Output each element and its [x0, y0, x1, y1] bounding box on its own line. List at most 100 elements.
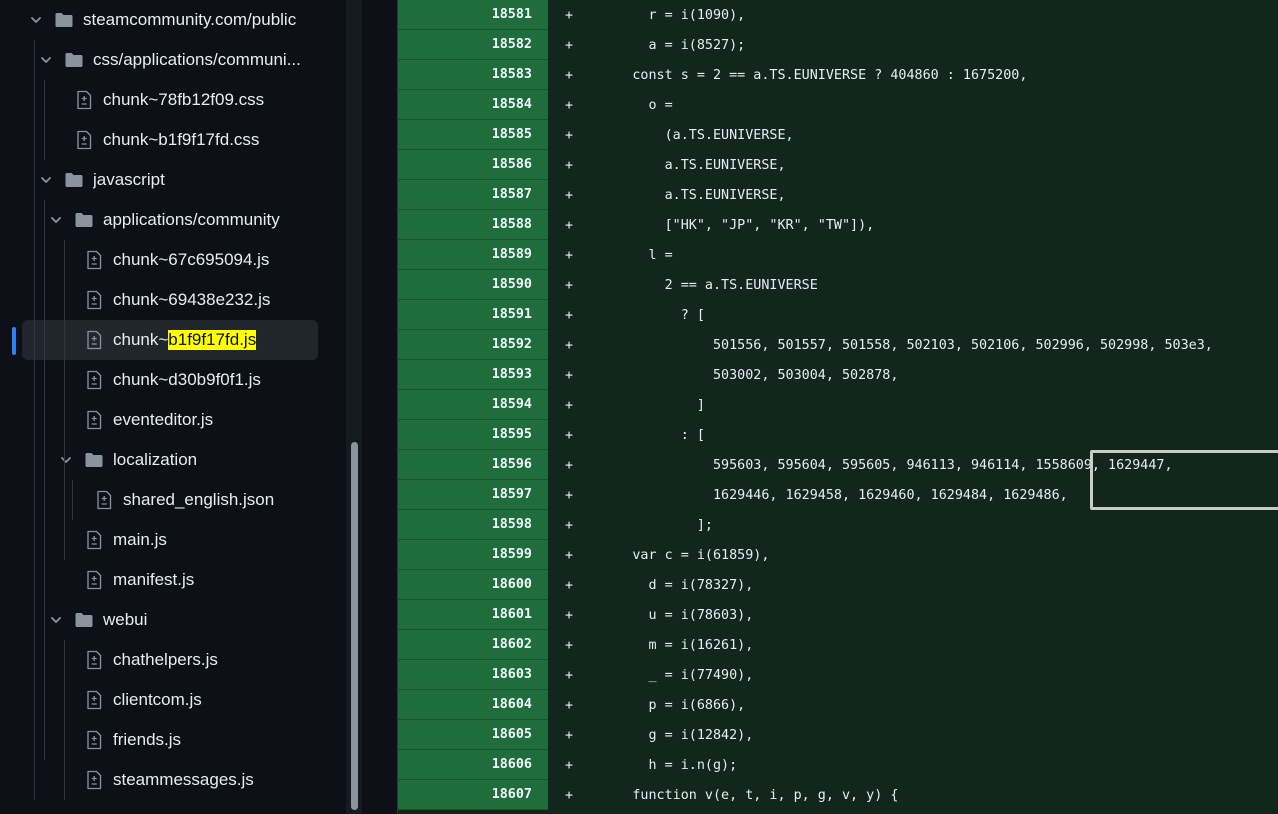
chevron-down-icon[interactable]	[38, 172, 54, 188]
code-text: 595603, 595604, 595605, 946113, 946114, …	[584, 457, 1173, 473]
line-number[interactable]: 18597	[398, 480, 548, 510]
diff-view: 18581 + r = i(1090), 18582 + a = i(8527); 18…	[398, 0, 1278, 814]
line-number[interactable]: 18604	[398, 690, 548, 720]
line-number[interactable]: 18594	[398, 390, 548, 420]
diff-line[interactable]: 18602 + m = i(16261),	[398, 630, 1278, 660]
diff-line[interactable]: 18607 + function v(e, t, i, p, g, v, y) {	[398, 780, 1278, 810]
line-number[interactable]: 18595	[398, 420, 548, 450]
diff-add-sign: +	[564, 607, 574, 623]
diff-line[interactable]: 18587 + a.TS.EUNIVERSE,	[398, 180, 1278, 210]
line-number[interactable]: 18605	[398, 720, 548, 750]
line-number[interactable]: 18584	[398, 90, 548, 120]
diff-line[interactable]: 18581 + r = i(1090),	[398, 0, 1278, 30]
tree-file[interactable]: chunk~b1f9f17fd.css	[74, 120, 259, 160]
chevron-down-icon[interactable]	[28, 12, 44, 28]
diff-add-sign: +	[564, 157, 574, 173]
diff-line[interactable]: 18599 + var c = i(61859),	[398, 540, 1278, 570]
tree-folder[interactable]: webui	[48, 600, 147, 640]
diff-line[interactable]: 18583 + const s = 2 == a.TS.EUNIVERSE ? 4…	[398, 60, 1278, 90]
diff-line[interactable]: 18600 + d = i(78327),	[398, 570, 1278, 600]
diff-line[interactable]: 18593 + 503002, 503004, 502878,	[398, 360, 1278, 390]
tree-file[interactable]: chunk~d30b9f0f1.js	[84, 360, 261, 400]
chevron-down-icon[interactable]	[48, 212, 64, 228]
diff-line[interactable]: 18586 + a.TS.EUNIVERSE,	[398, 150, 1278, 180]
tree-folder[interactable]: css/applications/communi...	[38, 40, 301, 80]
line-number[interactable]: 18588	[398, 210, 548, 240]
diff-add-sign: +	[564, 547, 574, 563]
line-number[interactable]: 18583	[398, 60, 548, 90]
diff-line[interactable]: 18585 + (a.TS.EUNIVERSE,	[398, 120, 1278, 150]
tree-file[interactable]: chunk~ b1f9f17fd.js	[22, 320, 318, 360]
tree-item-label: manifest.js	[113, 570, 195, 589]
tree-file[interactable]: shared_english.json	[94, 480, 274, 520]
diff-add-sign: +	[564, 667, 574, 683]
file-diff-icon	[84, 690, 104, 710]
tree-item-label: chunk~b1f9f17fd.css	[103, 130, 260, 149]
diff-add-sign: +	[564, 67, 574, 83]
diff-line[interactable]: 18595 + : [	[398, 420, 1278, 450]
line-number[interactable]: 18587	[398, 180, 548, 210]
diff-line[interactable]: 18603 + _ = i(77490),	[398, 660, 1278, 690]
file-diff-icon	[84, 770, 104, 790]
line-number[interactable]: 18607	[398, 780, 548, 810]
tree-item-label: friends.js	[113, 730, 182, 749]
tree-item-label: chunk~d30b9f0f1.js	[113, 370, 261, 389]
chevron-down-icon[interactable]	[58, 452, 74, 468]
diff-line[interactable]: 18589 + l =	[398, 240, 1278, 270]
line-number[interactable]: 18586	[398, 150, 548, 180]
diff-line[interactable]: 18606 + h = i.n(g);	[398, 750, 1278, 780]
chevron-down-icon[interactable]	[38, 52, 54, 68]
line-number[interactable]: 18606	[398, 750, 548, 780]
line-number[interactable]: 18585	[398, 120, 548, 150]
code-text: l =	[584, 247, 673, 263]
line-number[interactable]: 18602	[398, 630, 548, 660]
sidebar-scrollbar-thumb[interactable]	[351, 442, 358, 810]
line-number[interactable]: 18596	[398, 450, 548, 480]
diff-line[interactable]: 18601 + u = i(78603),	[398, 600, 1278, 630]
chevron-down-icon[interactable]	[48, 612, 64, 628]
diff-line[interactable]: 18594 + ]	[398, 390, 1278, 420]
line-number[interactable]: 18581	[398, 0, 548, 30]
diff-add-sign: +	[564, 487, 574, 503]
folder-icon	[74, 210, 94, 230]
line-number[interactable]: 18591	[398, 300, 548, 330]
tree-file[interactable]: chunk~78fb12f09.css	[74, 80, 264, 120]
line-number[interactable]: 18589	[398, 240, 548, 270]
line-number[interactable]: 18592	[398, 330, 548, 360]
sidebar-divider[interactable]	[362, 0, 398, 814]
diff-line[interactable]: 18605 + g = i(12842),	[398, 720, 1278, 750]
diff-line[interactable]: 18590 + 2 == a.TS.EUNIVERSE	[398, 270, 1278, 300]
tree-file[interactable]: main.js	[84, 520, 167, 560]
tree-file[interactable]: manifest.js	[84, 560, 194, 600]
tree-file[interactable]: clientcom.js	[84, 680, 202, 720]
diff-line[interactable]: 18592 + 501556, 501557, 501558, 502103, 5…	[398, 330, 1278, 360]
diff-line[interactable]: 18598 + ];	[398, 510, 1278, 540]
line-number[interactable]: 18598	[398, 510, 548, 540]
line-number[interactable]: 18600	[398, 570, 548, 600]
tree-file[interactable]: friends.js	[84, 720, 181, 760]
tree-file[interactable]: chunk~67c695094.js	[84, 240, 269, 280]
diff-line[interactable]: 18584 + o =	[398, 90, 1278, 120]
tree-file[interactable]: steammessages.js	[84, 760, 254, 800]
file-diff-icon	[84, 250, 104, 270]
line-number[interactable]: 18593	[398, 360, 548, 390]
tree-file[interactable]: chunk~69438e232.js	[84, 280, 270, 320]
tree-file[interactable]: chathelpers.js	[84, 640, 218, 680]
diff-line[interactable]: 18604 + p = i(6866),	[398, 690, 1278, 720]
diff-line[interactable]: 18591 + ? [	[398, 300, 1278, 330]
line-number[interactable]: 18599	[398, 540, 548, 570]
diff-line[interactable]: 18582 + a = i(8527);	[398, 30, 1278, 60]
tree-file[interactable]: eventeditor.js	[84, 400, 213, 440]
file-diff-icon	[74, 90, 94, 110]
file-diff-icon	[84, 330, 104, 350]
tree-folder[interactable]: localization	[58, 440, 197, 480]
line-number[interactable]: 18603	[398, 660, 548, 690]
line-number[interactable]: 18601	[398, 600, 548, 630]
tree-folder[interactable]: steamcommunity.com/public	[28, 0, 296, 40]
diff-line[interactable]: 18588 + ["HK", "JP", "KR", "TW"]),	[398, 210, 1278, 240]
code-text: d = i(78327),	[584, 577, 754, 593]
tree-folder[interactable]: applications/community	[48, 200, 280, 240]
line-number[interactable]: 18582	[398, 30, 548, 60]
tree-folder[interactable]: javascript	[38, 160, 165, 200]
line-number[interactable]: 18590	[398, 270, 548, 300]
